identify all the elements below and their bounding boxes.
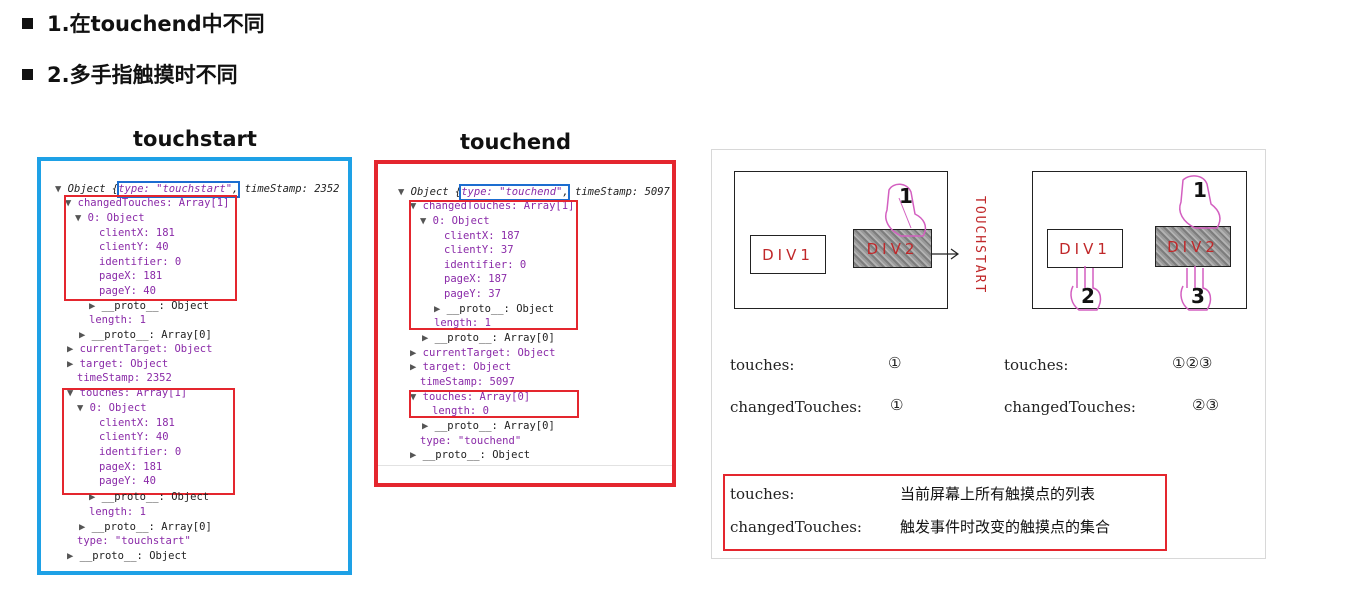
console-line: length: 1 xyxy=(89,506,146,518)
console-line: ▶ target: Object xyxy=(67,358,169,370)
console-line: timeStamp: 5097 xyxy=(420,376,515,388)
def-changed-label: changedTouches: xyxy=(730,518,862,536)
finger-number: 1 xyxy=(1193,178,1207,202)
console-line: ▶ __proto__: Object xyxy=(89,300,210,312)
console-line: timeStamp: 2352 xyxy=(77,372,172,384)
console-line: type: "touchstart" xyxy=(77,535,191,547)
bullet-square-icon xyxy=(22,17,33,29)
console-line: ▶ __proto__: Array[0] xyxy=(422,332,555,344)
bullet-square-icon xyxy=(22,68,33,80)
bullet-1: 1.在touchend中不同 xyxy=(22,8,265,38)
touches-highlight-box xyxy=(409,390,579,418)
touchstart-vertical-label: TOUCHSTART xyxy=(972,196,987,295)
touchend-console-panel: ▼ Object {type: "touchend", timeStamp: 5… xyxy=(374,160,676,487)
def-changed-text: 触发事件时改变的触摸点的集合 xyxy=(900,518,1111,536)
bullet-text: 1.在touchend中不同 xyxy=(47,12,265,36)
scene-single-touch: DIV1 DIV2 1 xyxy=(734,171,960,309)
touch-diagram-panel: DIV1 DIV2 1 TOUCHSTART DIV1 DIV2 1 2 3 t… xyxy=(711,149,1266,559)
touchend-heading: touchend xyxy=(460,130,572,154)
finger-number: 1 xyxy=(899,184,913,208)
console-line: ▶ __proto__: Array[0] xyxy=(79,521,212,533)
div2-box: DIV2 xyxy=(1155,226,1231,267)
touchstart-console-panel: ▼ Object {type: "touchstart", timeStamp:… xyxy=(37,157,352,575)
console-line: ▶ __proto__: Array[0] xyxy=(79,329,212,341)
bullet-text: 2.多手指触摸时不同 xyxy=(47,63,238,87)
arrow-icon xyxy=(931,248,960,260)
divider xyxy=(378,465,672,466)
console-line: ▶ __proto__: Object xyxy=(89,491,210,503)
console-line: ▶ __proto__: Object xyxy=(67,550,188,562)
console-line: type: "touchend" xyxy=(420,435,522,447)
bullet-2: 2.多手指触摸时不同 xyxy=(22,59,238,89)
right-touches-value: ①②③ xyxy=(1172,354,1213,372)
finger-number: 3 xyxy=(1191,284,1205,308)
left-touches-label: touches: xyxy=(730,356,795,374)
def-touches-label: touches: xyxy=(730,485,795,503)
console-line: ▶ __proto__: Array[0] xyxy=(422,420,555,432)
right-changed-label: changedTouches: xyxy=(1004,398,1136,416)
console-line: ▶ currentTarget: Object xyxy=(410,347,556,359)
right-touches-label: touches: xyxy=(1004,356,1069,374)
div1-box: DIV1 xyxy=(750,235,826,274)
right-changed-value: ②③ xyxy=(1192,396,1219,414)
console-line: ▶ __proto__: Object xyxy=(410,449,531,461)
console-line: ▶ currentTarget: Object xyxy=(67,343,213,355)
touches-highlight-box xyxy=(62,388,235,495)
left-changed-label: changedTouches: xyxy=(730,398,862,416)
def-touches-text: 当前屏幕上所有触摸点的列表 xyxy=(900,485,1096,503)
finger-number: 2 xyxy=(1081,284,1095,308)
left-touches-value: ① xyxy=(888,354,902,372)
touchstart-heading: touchstart xyxy=(133,127,257,151)
div1-box: DIV1 xyxy=(1047,229,1123,268)
console-line: length: 1 xyxy=(89,314,146,326)
changed-touches-highlight-box xyxy=(409,200,578,330)
scene-multi-touch: DIV1 DIV2 1 2 3 xyxy=(1032,171,1247,311)
changed-touches-highlight-box xyxy=(64,195,237,301)
console-line: ▶ target: Object xyxy=(410,361,512,373)
left-changed-value: ① xyxy=(890,396,904,414)
